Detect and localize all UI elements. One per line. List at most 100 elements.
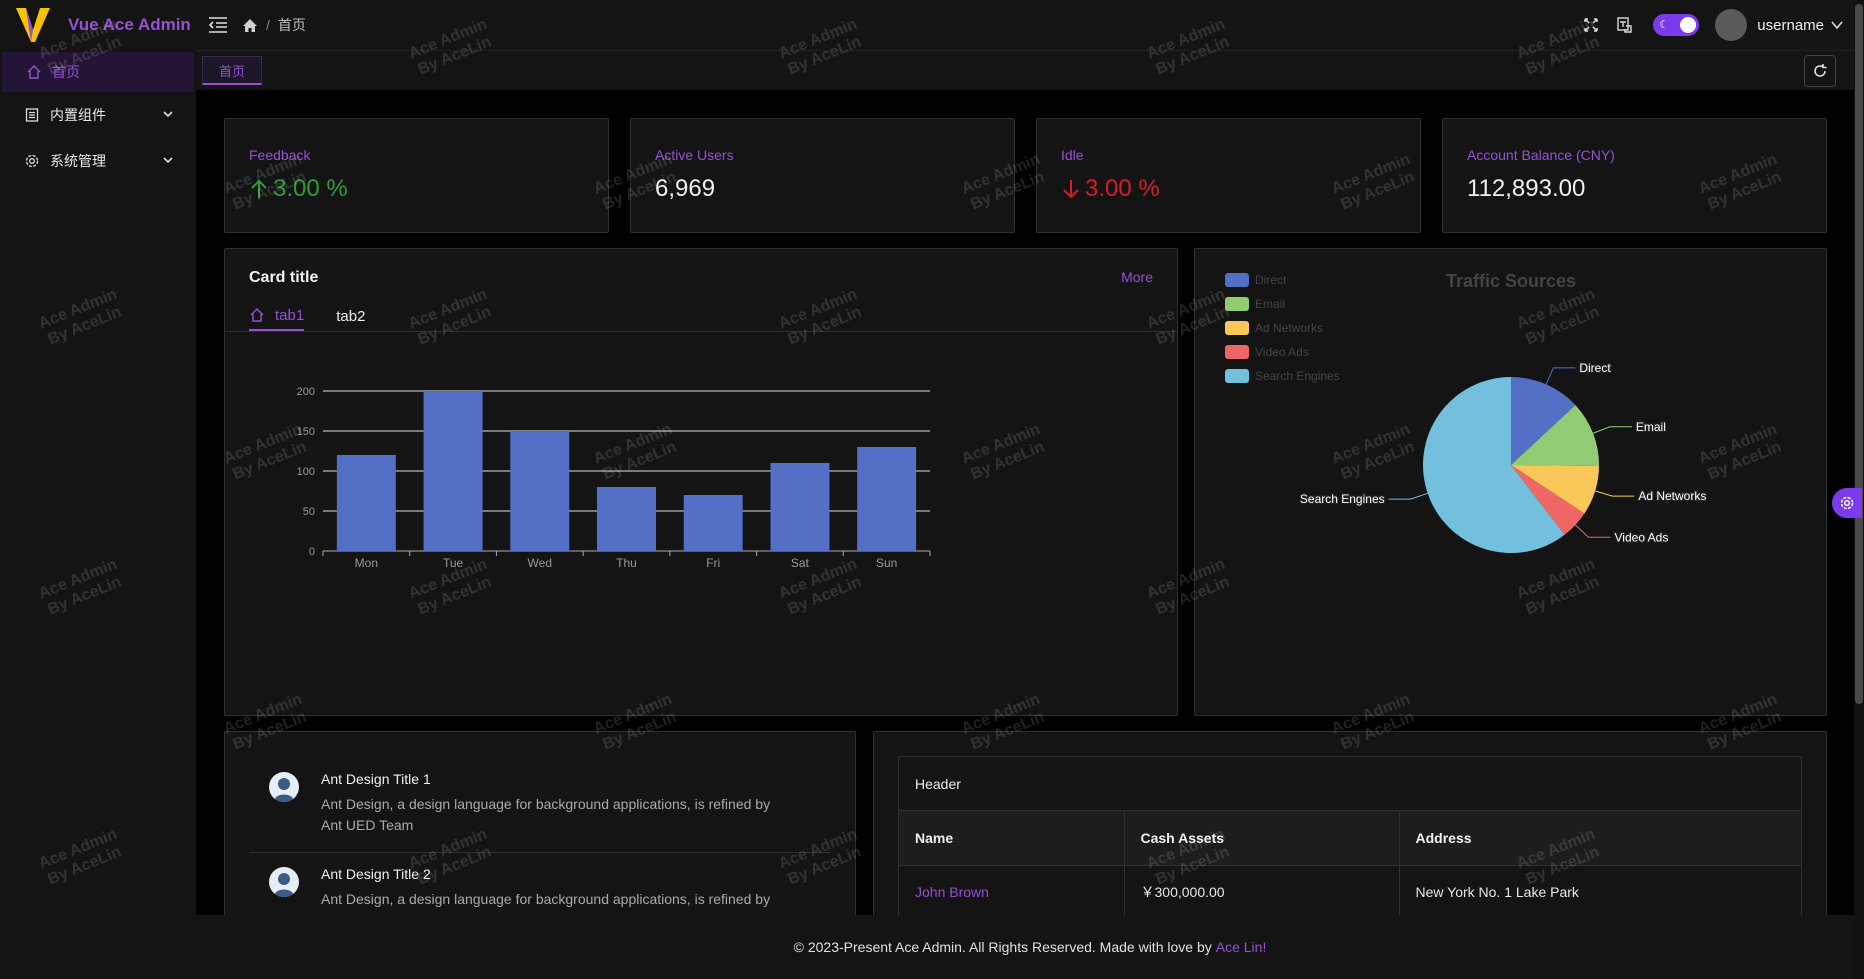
pie-label: Video Ads [1615, 530, 1669, 544]
bar [423, 391, 483, 551]
user-avatar-icon [274, 778, 294, 802]
stat-title: Feedback [249, 147, 311, 163]
legend-swatch [1225, 273, 1249, 287]
legend-swatch [1225, 297, 1249, 311]
bar [857, 447, 917, 551]
table-cell-name[interactable]: John Brown [899, 865, 1125, 915]
legend-label: Video Ads [1255, 345, 1309, 359]
footer: © 2023-Present Ace Admin. All Rights Res… [196, 915, 1864, 979]
pie-chart: Traffic Sources Direct Email Ad Networks Vid… [1225, 271, 1708, 553]
pie-label-line [1545, 367, 1576, 385]
sidebar-item-components[interactable]: 内置组件 [0, 92, 196, 138]
table-row: John Brown ￥300,000.00 New York No. 1 La… [899, 865, 1801, 915]
list-item-title[interactable]: Ant Design Title 2 [321, 866, 431, 882]
list-item-title[interactable]: Ant Design Title 1 [321, 771, 431, 787]
y-tick-label: 150 [297, 426, 315, 438]
avatar [269, 867, 299, 897]
card-bar-chart: Card title More tab1 tab2 0 50 100 150 200 Mo… [224, 248, 1178, 716]
breadcrumb: / 首页 [242, 15, 306, 35]
pie-label-line [1594, 490, 1635, 497]
settings-button[interactable] [1832, 488, 1862, 518]
moon-icon: ☾ [1659, 19, 1670, 31]
sidebar-item-label: 系统管理 [50, 153, 106, 169]
reload-icon [1814, 64, 1827, 77]
x-tick-label: Sun [876, 556, 897, 570]
page-tabs-bar: 首页 [196, 50, 1864, 90]
top-header: / 首页 ☾ username [196, 0, 1864, 50]
menu-fold-icon [208, 17, 227, 33]
sidebar-item-system[interactable]: 系统管理 [0, 138, 196, 184]
footer-text: © 2023-Present Ace Admin. All Rights Res… [793, 939, 1212, 955]
logo-v-icon [16, 8, 50, 42]
fullscreen-icon [1584, 18, 1599, 32]
stat-value: 112,893.00 [1467, 175, 1586, 202]
table-header: Header [899, 757, 1801, 811]
column-header[interactable]: Name [899, 811, 1125, 866]
stat-card-idle: Idle 3.00 % [1036, 118, 1421, 233]
avatar[interactable] [1715, 9, 1748, 41]
x-tick-label: Tue [443, 556, 464, 570]
pie-label-line [1388, 492, 1428, 500]
stat-value: 3.00 % [249, 175, 348, 203]
scroll-thumb[interactable] [1855, 4, 1863, 704]
username[interactable]: username [1757, 17, 1824, 34]
pie-label-line [1575, 524, 1611, 538]
legend-label: Email [1255, 297, 1285, 311]
arrow-up-icon [251, 179, 267, 198]
gear-icon [24, 153, 40, 169]
theme-toggle[interactable]: ☾ [1653, 14, 1700, 36]
gear-icon [1840, 496, 1854, 510]
stat-card-account-balance: Account Balance (CNY) 112,893.00 [1442, 118, 1827, 233]
home-icon[interactable] [242, 18, 258, 33]
breadcrumb-item[interactable]: 首页 [278, 15, 306, 35]
pie-label-line [1592, 426, 1632, 434]
stat-card-active-users: Active Users 6,969 [630, 118, 1015, 233]
pie-label: Email [1636, 420, 1666, 434]
home-icon [250, 308, 264, 322]
y-tick-label: 0 [309, 546, 315, 558]
home-icon [26, 64, 42, 80]
bar [336, 455, 396, 551]
table-cell: New York No. 1 Lake Park [1415, 884, 1579, 901]
stat-card-feedback: Feedback 3.00 % [224, 118, 609, 233]
table-cell: ￥300,000.00 [1124, 865, 1400, 915]
reload-button[interactable] [1804, 55, 1836, 87]
stat-title: Idle [1061, 147, 1084, 163]
stat-value: 6,969 [655, 175, 716, 202]
legend-swatch [1225, 321, 1249, 335]
tab-tab2[interactable]: tab2 [336, 301, 365, 331]
chevron-down-icon [163, 111, 173, 118]
card-table: Header Name Cash Assets Address John Bro… [873, 731, 1827, 915]
x-tick-label: Wed [528, 556, 552, 570]
tab-tab1[interactable]: tab1 [249, 301, 305, 331]
app-title: Vue Ace Admin [68, 15, 191, 34]
legend-label: Search Engines [1255, 369, 1340, 383]
author-link[interactable]: Ace Lin! [1216, 939, 1267, 955]
chevron-down-icon[interactable] [1830, 18, 1844, 32]
user-avatar-icon [274, 873, 294, 897]
column-header[interactable]: Cash Assets [1124, 811, 1400, 866]
bar [510, 431, 570, 551]
legend-label: Direct [1255, 273, 1287, 287]
menu-fold-button[interactable] [206, 13, 230, 37]
page-tab-home[interactable]: 首页 [202, 56, 262, 85]
column-header[interactable]: Address [1399, 811, 1801, 866]
fullscreen-button[interactable] [1581, 15, 1601, 35]
file-list-icon [24, 107, 40, 123]
more-link[interactable]: More [1121, 269, 1153, 285]
pie-label: Ad Networks [1638, 489, 1706, 503]
list-item-desc: Ant Design, a design language for backgr… [321, 891, 771, 915]
pie-title: Traffic Sources [1446, 271, 1576, 291]
sidebar: Vue Ace Admin 首页 内置组件 系统管理 [0, 0, 196, 979]
chevron-down-icon [163, 157, 173, 164]
sidebar-item-home[interactable]: 首页 [2, 52, 194, 92]
sidebar-item-label: 内置组件 [50, 107, 106, 123]
translate-button[interactable] [1615, 15, 1635, 35]
logo[interactable]: Vue Ace Admin [0, 0, 196, 50]
avatar [269, 772, 299, 802]
bar [770, 463, 830, 551]
legend-swatch [1225, 345, 1249, 359]
x-tick-label: Mon [355, 556, 378, 570]
stat-value: 3.00 % [1061, 175, 1160, 203]
pie-label: Search Engines [1300, 492, 1385, 506]
